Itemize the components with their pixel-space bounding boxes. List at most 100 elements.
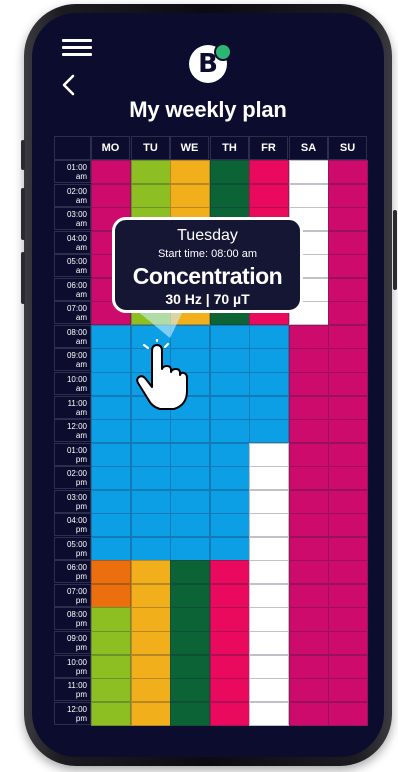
schedule-cell-th-13[interactable] xyxy=(210,442,250,467)
schedule-cell-fr-23[interactable] xyxy=(249,678,289,703)
schedule-cell-we-15[interactable] xyxy=(170,489,210,514)
schedule-cell-su-21[interactable] xyxy=(328,631,368,656)
schedule-cell-mo-13[interactable] xyxy=(91,442,131,467)
schedule-cell-su-4[interactable] xyxy=(328,230,368,255)
schedule-cell-we-17[interactable] xyxy=(170,536,210,561)
schedule-cell-th-21[interactable] xyxy=(210,631,250,656)
schedule-cell-mo-10[interactable] xyxy=(91,371,131,397)
schedule-cell-su-22[interactable] xyxy=(328,654,368,679)
schedule-cell-fr-20[interactable] xyxy=(249,607,289,632)
schedule-cell-tu-15[interactable] xyxy=(131,489,171,514)
schedule-cell-we-2[interactable] xyxy=(170,183,210,208)
schedule-cell-sa-8[interactable] xyxy=(289,324,329,349)
schedule-cell-tu-16[interactable] xyxy=(131,513,171,538)
schedule-cell-su-17[interactable] xyxy=(328,536,368,561)
schedule-cell-sa-24[interactable] xyxy=(289,701,329,726)
schedule-cell-mo-8[interactable] xyxy=(91,324,131,349)
schedule-cell-sa-16[interactable] xyxy=(289,513,329,538)
schedule-cell-sa-18[interactable] xyxy=(289,560,329,585)
schedule-cell-sa-12[interactable] xyxy=(289,419,329,444)
schedule-cell-sa-10[interactable] xyxy=(289,371,329,397)
schedule-cell-fr-12[interactable] xyxy=(249,419,289,444)
schedule-cell-sa-22[interactable] xyxy=(289,654,329,679)
schedule-cell-fr-16[interactable] xyxy=(249,513,289,538)
schedule-cell-fr-22[interactable] xyxy=(249,654,289,679)
schedule-cell-su-1[interactable] xyxy=(328,160,368,185)
schedule-cell-fr-8[interactable] xyxy=(249,324,289,349)
schedule-cell-th-23[interactable] xyxy=(210,678,250,703)
schedule-cell-su-10[interactable] xyxy=(328,371,368,397)
schedule-cell-sa-9[interactable] xyxy=(289,348,329,373)
schedule-cell-mo-9[interactable] xyxy=(91,348,131,373)
schedule-cell-su-14[interactable] xyxy=(328,466,368,491)
schedule-cell-fr-11[interactable] xyxy=(249,395,289,420)
schedule-cell-we-1[interactable] xyxy=(170,160,210,185)
schedule-cell-su-9[interactable] xyxy=(328,348,368,373)
schedule-cell-su-8[interactable] xyxy=(328,324,368,349)
schedule-cell-tu-13[interactable] xyxy=(131,442,171,467)
chevron-left-icon[interactable] xyxy=(58,73,82,97)
schedule-cell-we-19[interactable] xyxy=(170,583,210,609)
schedule-cell-fr-24[interactable] xyxy=(249,701,289,726)
hamburger-menu-icon[interactable] xyxy=(62,39,92,57)
schedule-cell-we-21[interactable] xyxy=(170,631,210,656)
schedule-cell-sa-13[interactable] xyxy=(289,442,329,467)
schedule-cell-su-5[interactable] xyxy=(328,254,368,279)
schedule-cell-tu-14[interactable] xyxy=(131,466,171,491)
schedule-cell-we-18[interactable] xyxy=(170,560,210,585)
schedule-cell-fr-10[interactable] xyxy=(249,371,289,397)
schedule-cell-we-12[interactable] xyxy=(170,419,210,444)
schedule-cell-th-19[interactable] xyxy=(210,583,250,609)
schedule-cell-su-24[interactable] xyxy=(328,701,368,726)
schedule-cell-th-16[interactable] xyxy=(210,513,250,538)
schedule-cell-mo-12[interactable] xyxy=(91,419,131,444)
schedule-cell-fr-19[interactable] xyxy=(249,583,289,609)
schedule-cell-th-2[interactable] xyxy=(210,183,250,208)
schedule-cell-we-14[interactable] xyxy=(170,466,210,491)
schedule-cell-th-17[interactable] xyxy=(210,536,250,561)
schedule-cell-sa-20[interactable] xyxy=(289,607,329,632)
schedule-cell-tu-20[interactable] xyxy=(131,607,171,632)
schedule-cell-tu-22[interactable] xyxy=(131,654,171,679)
schedule-cell-fr-1[interactable] xyxy=(249,160,289,185)
schedule-cell-sa-2[interactable] xyxy=(289,183,329,208)
schedule-cell-tu-24[interactable] xyxy=(131,701,171,726)
schedule-cell-we-20[interactable] xyxy=(170,607,210,632)
schedule-cell-th-11[interactable] xyxy=(210,395,250,420)
schedule-cell-su-2[interactable] xyxy=(328,183,368,208)
schedule-cell-su-12[interactable] xyxy=(328,419,368,444)
schedule-cell-th-18[interactable] xyxy=(210,560,250,585)
schedule-cell-mo-20[interactable] xyxy=(91,607,131,632)
schedule-cell-th-14[interactable] xyxy=(210,466,250,491)
schedule-cell-th-22[interactable] xyxy=(210,654,250,679)
schedule-cell-mo-19[interactable] xyxy=(91,583,131,609)
schedule-cell-sa-21[interactable] xyxy=(289,631,329,656)
schedule-cell-th-8[interactable] xyxy=(210,324,250,349)
schedule-cell-su-23[interactable] xyxy=(328,678,368,703)
schedule-cell-sa-1[interactable] xyxy=(289,160,329,185)
schedule-cell-sa-17[interactable] xyxy=(289,536,329,561)
schedule-cell-su-20[interactable] xyxy=(328,607,368,632)
schedule-cell-su-7[interactable] xyxy=(328,301,368,326)
schedule-cell-we-13[interactable] xyxy=(170,442,210,467)
schedule-cell-mo-16[interactable] xyxy=(91,513,131,538)
schedule-cell-fr-18[interactable] xyxy=(249,560,289,585)
schedule-cell-fr-14[interactable] xyxy=(249,466,289,491)
schedule-cell-sa-19[interactable] xyxy=(289,583,329,609)
schedule-cell-mo-14[interactable] xyxy=(91,466,131,491)
schedule-cell-we-22[interactable] xyxy=(170,654,210,679)
schedule-cell-fr-2[interactable] xyxy=(249,183,289,208)
schedule-cell-mo-23[interactable] xyxy=(91,678,131,703)
schedule-cell-th-1[interactable] xyxy=(210,160,250,185)
schedule-cell-tu-2[interactable] xyxy=(131,183,171,208)
schedule-cell-mo-11[interactable] xyxy=(91,395,131,420)
schedule-cell-su-18[interactable] xyxy=(328,560,368,585)
schedule-cell-we-23[interactable] xyxy=(170,678,210,703)
schedule-cell-tu-18[interactable] xyxy=(131,560,171,585)
schedule-cell-th-20[interactable] xyxy=(210,607,250,632)
schedule-cell-su-15[interactable] xyxy=(328,489,368,514)
schedule-cell-tu-19[interactable] xyxy=(131,583,171,609)
schedule-cell-su-16[interactable] xyxy=(328,513,368,538)
schedule-cell-tu-23[interactable] xyxy=(131,678,171,703)
schedule-cell-su-19[interactable] xyxy=(328,583,368,609)
